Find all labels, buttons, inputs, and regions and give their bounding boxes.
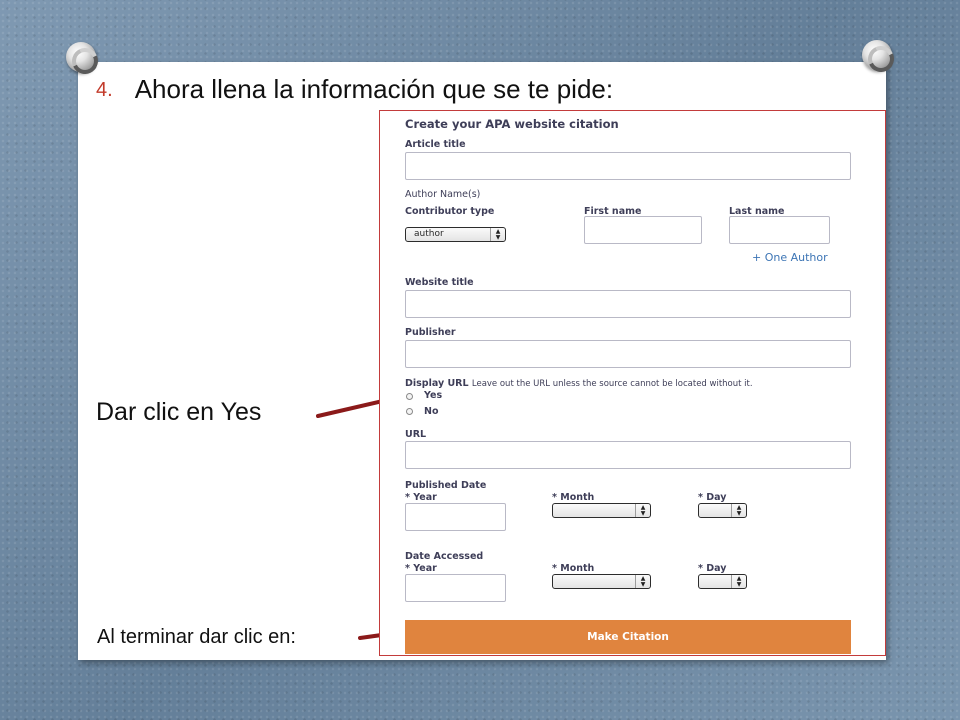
date-accessed-label: Date Accessed: [405, 551, 484, 562]
select-arrows-icon: ▲ ▼: [635, 575, 650, 588]
published-day-select[interactable]: ▲ ▼: [698, 503, 747, 518]
contributor-type-label: Contributor type: [405, 206, 495, 217]
accessed-day-select[interactable]: ▲ ▼: [698, 574, 747, 589]
callout-click-yes: Dar clic en Yes: [96, 398, 262, 426]
published-month-select[interactable]: ▲ ▼: [552, 503, 651, 518]
display-url-label: Display URL Leave out the URL unless the…: [405, 378, 753, 389]
yes-radio[interactable]: [406, 393, 413, 400]
no-option-label[interactable]: No: [424, 406, 438, 417]
add-author-link[interactable]: + One Author: [752, 251, 828, 264]
url-input[interactable]: [405, 441, 851, 469]
accessed-day-label: * Day: [698, 563, 727, 574]
select-arrows-icon: ▲ ▼: [635, 504, 650, 517]
callout-click-finish: Al terminar dar clic en:: [97, 626, 296, 648]
publisher-input[interactable]: [405, 340, 851, 368]
slide-heading: 4. Ahora llena la información que se te p…: [96, 74, 613, 105]
website-title-label: Website title: [405, 277, 474, 288]
published-year-input[interactable]: [405, 503, 506, 531]
website-title-input[interactable]: [405, 290, 851, 318]
published-month-label: * Month: [552, 492, 595, 503]
published-date-label: Published Date: [405, 480, 487, 491]
url-label: URL: [405, 429, 427, 440]
select-arrows-icon: ▲ ▼: [490, 228, 505, 241]
display-url-note: Leave out the URL unless the source cann…: [471, 379, 753, 389]
select-arrows-icon: ▲ ▼: [731, 504, 746, 517]
make-citation-button[interactable]: Make Citation: [405, 620, 851, 654]
contributor-type-value: author: [414, 229, 444, 239]
first-name-input[interactable]: [584, 216, 702, 244]
heading-text: Ahora llena la información que se te pid…: [134, 74, 614, 104]
author-names-label: Author Name(s): [405, 189, 481, 200]
contributor-type-select[interactable]: author ▲ ▼: [405, 227, 506, 242]
last-name-input[interactable]: [729, 216, 830, 244]
no-radio[interactable]: [406, 408, 413, 415]
thumbtack-icon-right: [862, 40, 892, 70]
display-url-label-text: Display URL: [405, 378, 469, 389]
article-title-label: Article title: [405, 139, 466, 150]
accessed-month-select[interactable]: ▲ ▼: [552, 574, 651, 589]
select-arrows-icon: ▲ ▼: [731, 575, 746, 588]
accessed-year-label: * Year: [405, 563, 437, 574]
accessed-year-input[interactable]: [405, 574, 506, 602]
yes-option-label[interactable]: Yes: [424, 390, 442, 401]
article-title-input[interactable]: [405, 152, 851, 180]
thumbtack-icon-left: [66, 42, 96, 72]
published-day-label: * Day: [698, 492, 727, 503]
publisher-label: Publisher: [405, 327, 456, 338]
step-number: 4.: [96, 79, 113, 101]
form-title: Create your APA website citation: [405, 117, 619, 131]
published-year-label: * Year: [405, 492, 437, 503]
accessed-month-label: * Month: [552, 563, 595, 574]
citation-form-screenshot: Create your APA website citation Article…: [379, 110, 886, 656]
